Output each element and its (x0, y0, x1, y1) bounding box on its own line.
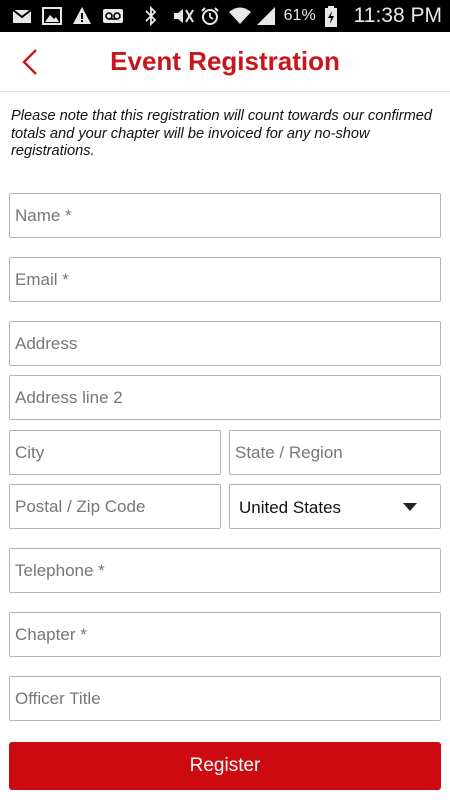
email-field[interactable] (9, 257, 441, 302)
page-title: Event Registration (110, 46, 340, 76)
status-bar-system: 61% 11:38 PM (144, 4, 442, 28)
officer-title-field[interactable] (9, 676, 441, 721)
mail-icon (12, 6, 32, 26)
clock: 11:38 PM (353, 4, 442, 27)
bluetooth-icon (144, 5, 164, 27)
warning-icon (72, 6, 92, 26)
app-header: Event Registration (0, 32, 450, 92)
dropdown-arrow-icon (403, 503, 417, 511)
address-field[interactable] (9, 321, 441, 366)
voicemail-icon (102, 6, 123, 26)
city-field[interactable] (9, 430, 221, 475)
chapter-field[interactable] (9, 612, 441, 657)
country-select[interactable]: United States (229, 484, 441, 529)
screen: 61% 11:38 PM Event Registration Please n… (0, 0, 450, 800)
country-select-value: United States (239, 498, 342, 517)
gallery-icon (42, 6, 62, 26)
mute-icon (172, 6, 194, 26)
registration-notice: Please note that this registration will … (11, 108, 432, 159)
battery-percent: 61% (283, 7, 316, 24)
status-bar-notifications (12, 6, 123, 26)
battery-charging-icon (324, 6, 344, 27)
telephone-field[interactable] (9, 548, 441, 593)
alarm-icon (200, 6, 220, 26)
register-button[interactable]: Register (9, 742, 441, 790)
wifi-icon (228, 6, 251, 26)
state-region-field[interactable] (229, 430, 441, 475)
signal-icon (256, 6, 276, 26)
status-bar: 61% 11:38 PM (0, 0, 450, 32)
name-field[interactable] (9, 193, 441, 238)
address-line-2-field[interactable] (9, 375, 441, 420)
postal-code-field[interactable] (9, 484, 221, 529)
